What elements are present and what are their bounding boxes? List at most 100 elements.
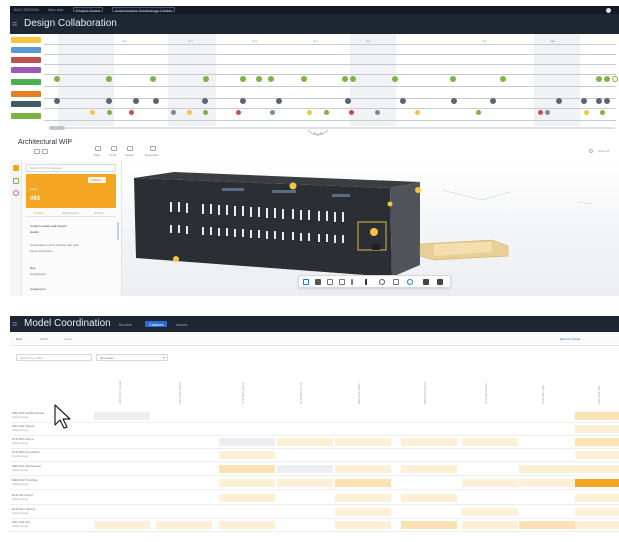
milestone-dot[interactable] bbox=[490, 98, 496, 104]
matrix-cell[interactable] bbox=[519, 465, 575, 473]
tree-icon[interactable] bbox=[393, 279, 399, 285]
milestone-dot[interactable] bbox=[187, 110, 192, 115]
matrix-row-label[interactable]: ARC-001 Model Facade Clash group bbox=[12, 411, 44, 419]
milestone-dot[interactable] bbox=[556, 98, 562, 104]
matrix-cell[interactable] bbox=[277, 479, 333, 487]
matrix-cell[interactable] bbox=[335, 438, 391, 446]
timeline-row-label[interactable] bbox=[11, 101, 41, 107]
list-icon[interactable] bbox=[42, 149, 48, 154]
milestone-dot[interactable] bbox=[203, 110, 208, 115]
matrix-cell[interactable] bbox=[335, 465, 391, 473]
milestone-dot[interactable] bbox=[240, 98, 246, 104]
issue-pin[interactable] bbox=[173, 256, 179, 262]
matrix-column-header[interactable]: STR-002 Found bbox=[299, 372, 303, 404]
matrix-cell[interactable] bbox=[219, 521, 275, 529]
matrix-cell[interactable] bbox=[575, 425, 619, 433]
milestone-dot[interactable] bbox=[415, 110, 420, 115]
matrix-cell[interactable] bbox=[156, 521, 212, 529]
matrix-row-label[interactable]: ARC-003 Site Clash group bbox=[12, 520, 30, 528]
grid-icon[interactable] bbox=[34, 149, 40, 154]
matrix-row-label[interactable]: STR-001 Frame Clash group bbox=[12, 437, 34, 445]
measure-icon[interactable] bbox=[339, 279, 345, 285]
milestone-dot[interactable] bbox=[276, 98, 282, 104]
matrix-cell[interactable] bbox=[219, 451, 275, 459]
milestone-dot[interactable] bbox=[256, 76, 262, 82]
model-search-input[interactable]: Search by model bbox=[16, 354, 92, 361]
settings-icon[interactable] bbox=[407, 279, 413, 285]
milestone-dot[interactable] bbox=[307, 110, 312, 115]
show-all-button[interactable]: Show all bbox=[598, 149, 609, 153]
matrix-cell[interactable] bbox=[94, 521, 150, 529]
properties-icon[interactable] bbox=[150, 146, 156, 151]
milestone-dot[interactable] bbox=[133, 98, 139, 104]
milestone-dot[interactable] bbox=[604, 98, 610, 104]
matrix-cell[interactable] bbox=[401, 465, 457, 473]
milestone-dot[interactable] bbox=[596, 98, 602, 104]
timeline-scrollbar[interactable] bbox=[49, 127, 615, 129]
hamburger-icon[interactable]: ≡ bbox=[12, 19, 17, 29]
matrix-cell[interactable] bbox=[575, 465, 619, 473]
matrix-cell[interactable] bbox=[575, 438, 619, 446]
matrix-cell[interactable] bbox=[335, 521, 391, 529]
milestone-dot[interactable] bbox=[450, 76, 456, 82]
milestone-dot[interactable] bbox=[612, 76, 618, 82]
milestone-dot[interactable] bbox=[584, 110, 589, 115]
matrix-column-header[interactable]: MEP-002 Plumb bbox=[423, 372, 427, 404]
milestone-dot[interactable] bbox=[171, 110, 176, 115]
issues-icon[interactable] bbox=[127, 146, 133, 151]
matrix-column-header[interactable]: ARC-001 Facade bbox=[118, 372, 122, 404]
package-icon[interactable] bbox=[95, 146, 101, 151]
timeline-row-label[interactable] bbox=[11, 79, 41, 85]
tab-details[interactable]: Details bbox=[34, 211, 43, 215]
milestone-dot[interactable] bbox=[107, 110, 112, 115]
matrix-cell[interactable] bbox=[94, 412, 150, 420]
timeline-row-label[interactable] bbox=[11, 57, 41, 63]
matrix-row-label[interactable]: ELE-002 Lighting Clash group bbox=[12, 507, 35, 515]
matrix-cell[interactable] bbox=[335, 479, 391, 487]
milestone-dot[interactable] bbox=[106, 98, 112, 104]
tools-icon[interactable] bbox=[111, 146, 117, 151]
matrix-cell[interactable] bbox=[219, 438, 275, 446]
milestone-dot[interactable] bbox=[596, 76, 602, 82]
layers-icon[interactable] bbox=[13, 178, 19, 184]
matrix-row-label[interactable]: ELE-001 Power Clash group bbox=[12, 493, 33, 501]
tab-issues[interactable]: Issues bbox=[176, 322, 188, 327]
panel-scrollbar[interactable] bbox=[117, 222, 119, 240]
milestone-dot[interactable] bbox=[350, 76, 356, 82]
pan-icon[interactable] bbox=[315, 279, 321, 285]
milestone-dot[interactable] bbox=[268, 76, 274, 82]
milestone-dot[interactable] bbox=[202, 98, 208, 104]
milestone-dot[interactable] bbox=[324, 110, 329, 115]
matrix-cell[interactable] bbox=[575, 479, 619, 487]
matrix-cell[interactable] bbox=[335, 494, 391, 502]
matrix-row-label[interactable]: STR-002 Foundation Clash group bbox=[12, 450, 40, 458]
draw-icon[interactable] bbox=[379, 279, 385, 285]
model-filter-select[interactable]: All models ▾ bbox=[96, 354, 168, 361]
milestone-dot[interactable] bbox=[545, 110, 550, 115]
matrix-cell[interactable] bbox=[575, 412, 619, 420]
collapse-handle-icon[interactable] bbox=[306, 128, 330, 140]
matrix-cell[interactable] bbox=[401, 438, 457, 446]
milestone-dot[interactable] bbox=[349, 110, 354, 115]
export-link[interactable]: Export to Excel bbox=[560, 337, 580, 341]
issue-pin[interactable] bbox=[289, 182, 297, 190]
panel-search-input[interactable]: Search for this package bbox=[26, 164, 116, 172]
matrix-cell[interactable] bbox=[219, 494, 275, 502]
milestone-dot[interactable] bbox=[581, 98, 587, 104]
issue-pin[interactable] bbox=[387, 201, 393, 207]
tab-models[interactable]: Models bbox=[119, 322, 132, 327]
matrix-row-label[interactable]: MEP-001 Mechanical Clash group bbox=[12, 464, 41, 472]
milestone-dot[interactable] bbox=[392, 76, 398, 82]
matrix-cell[interactable] bbox=[462, 521, 518, 529]
tab-activity[interactable]: Activity bbox=[94, 211, 104, 215]
section-icon[interactable] bbox=[327, 279, 333, 285]
milestone-dot[interactable] bbox=[270, 110, 275, 115]
field-value[interactable]: Unassigned bbox=[30, 272, 46, 276]
tab-views[interactable]: Views bbox=[64, 337, 72, 341]
tab-matrix[interactable]: Matrix bbox=[40, 337, 48, 341]
breadcrumb-item[interactable]: ACC DESIGN bbox=[14, 7, 39, 12]
milestone-dot[interactable] bbox=[600, 110, 605, 115]
timeline-row-label[interactable] bbox=[11, 47, 41, 53]
matrix-cell[interactable] bbox=[277, 438, 333, 446]
issue-pin[interactable] bbox=[370, 228, 378, 236]
